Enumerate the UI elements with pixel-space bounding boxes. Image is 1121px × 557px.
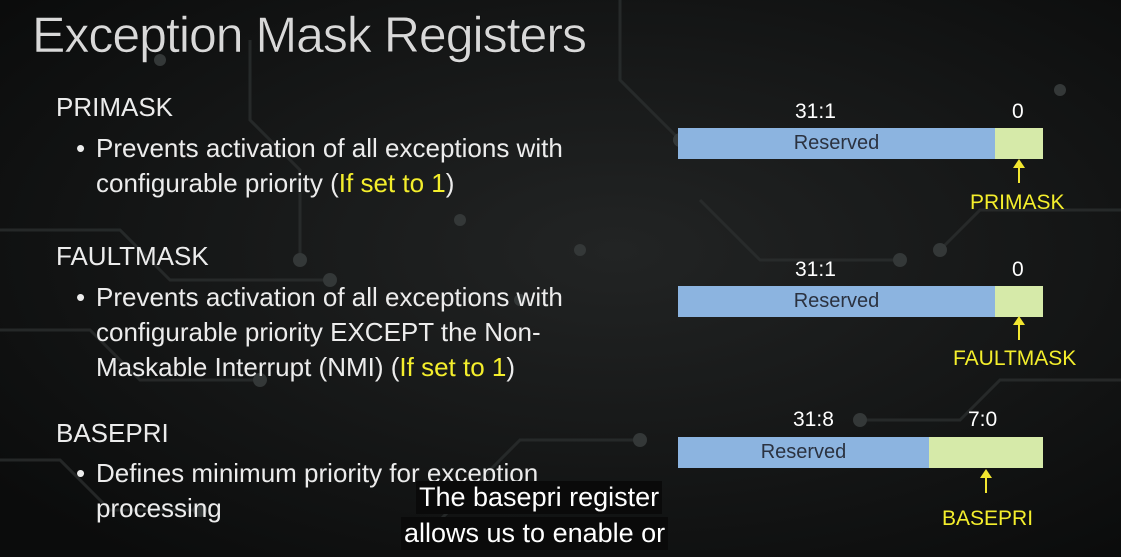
reserved-block: Reserved: [678, 286, 995, 317]
field-bits-label: 0: [1012, 100, 1024, 123]
bullet-line: configurable priority (: [96, 168, 339, 198]
bullet-line-end: ): [506, 352, 516, 382]
field-bits-label: 7:0: [968, 408, 998, 431]
highlight-text: If set to 1: [338, 168, 446, 198]
primask-bit-block: [995, 128, 1043, 159]
heading-faultmask: FAULTMASK: [56, 241, 209, 271]
heading-basepri: BASEPRI: [56, 418, 169, 448]
up-arrow-icon: [980, 469, 992, 493]
field-bits-label: 0: [1012, 258, 1024, 281]
bullet-dot: •: [76, 133, 86, 163]
register-faultmask-diagram: Reserved: [678, 286, 1043, 317]
subtitle-line-2: allows us to enable or: [401, 517, 669, 550]
bullet-line: Prevents activation of all exceptions wi…: [96, 133, 563, 163]
bullet-primask: • Prevents activation of all exceptions …: [76, 131, 656, 201]
basepri-bits-block: [929, 437, 1043, 468]
reserved-block: Reserved: [678, 128, 995, 159]
bullet-line-end: ): [445, 168, 455, 198]
subtitle-line-1: The basepri register: [416, 481, 663, 514]
bullet-faultmask: • Prevents activation of all exceptions …: [76, 280, 656, 385]
up-arrow-icon: [1013, 316, 1025, 340]
faultmask-field-label: FAULTMASK: [953, 347, 1077, 370]
reserved-block: Reserved: [678, 437, 929, 468]
faultmask-bit-block: [995, 286, 1043, 317]
bullet-line: processing: [96, 493, 222, 523]
reserved-bits-label: 31:1: [795, 258, 836, 281]
heading-primask: PRIMASK: [56, 92, 174, 122]
bullet-line: configurable priority EXCEPT the Non-: [96, 317, 541, 347]
reserved-bits-label: 31:1: [795, 100, 836, 123]
register-basepri-diagram: Reserved: [678, 437, 1043, 468]
bullet-dot: •: [76, 282, 86, 312]
slide-title: Exception Mask Registers: [32, 7, 588, 64]
highlight-text: If set to 1: [399, 352, 507, 382]
reserved-bits-label: 31:8: [793, 408, 834, 431]
register-primask-diagram: Reserved: [678, 128, 1043, 159]
bullet-dot: •: [76, 458, 86, 488]
primask-field-label: PRIMASK: [970, 191, 1065, 214]
basepri-field-label: BASEPRI: [942, 507, 1034, 530]
up-arrow-icon: [1013, 159, 1025, 183]
bullet-line: Maskable Interrupt (NMI) (: [96, 352, 400, 382]
bullet-line: Prevents activation of all exceptions wi…: [96, 282, 563, 312]
